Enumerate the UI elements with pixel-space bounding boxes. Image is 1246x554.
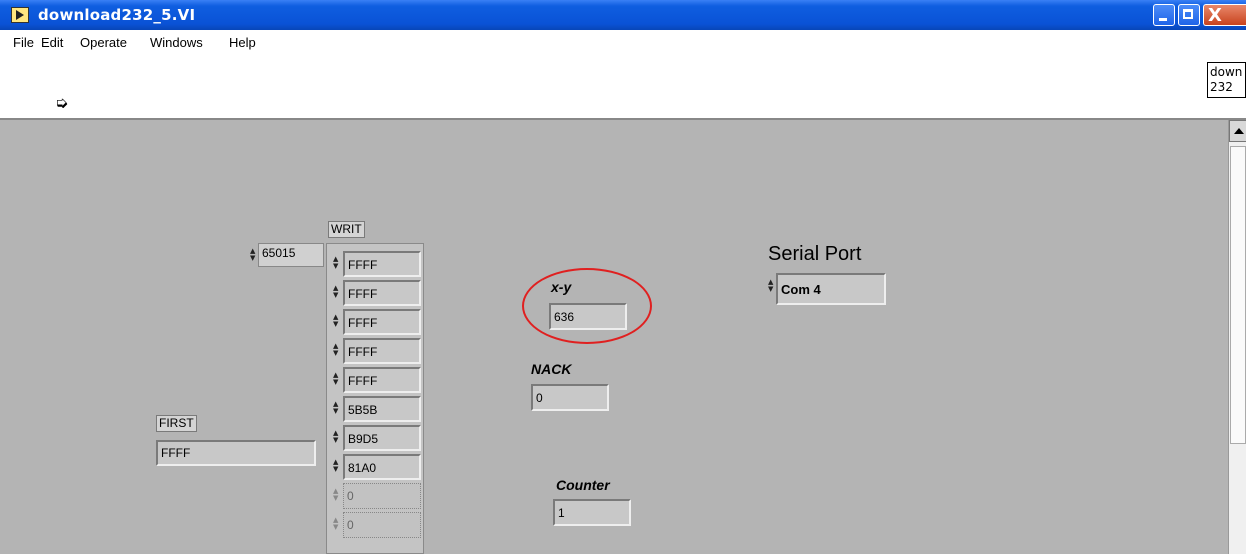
xy-indicator: 636 [549, 303, 627, 330]
menu-operate[interactable]: Operate [80, 35, 127, 50]
vi-icon[interactable]: down 232 [1207, 62, 1246, 98]
stepper-icon[interactable]: ▲ ▼ [333, 430, 341, 444]
array-element: ▲ ▼ 81A0 [333, 454, 421, 480]
writ-label: WRIT [328, 221, 365, 238]
counter-indicator: 1 [553, 499, 631, 526]
labview-app-icon[interactable] [11, 7, 29, 23]
window-title: download232_5.VI [38, 6, 196, 24]
array-element: ▲ ▼ B9D5 [333, 425, 421, 451]
array-element: ▲ ▼ FFFF [333, 367, 421, 393]
vi-icon-line1: down [1210, 65, 1243, 79]
start-addr-control[interactable]: 65015 [258, 243, 324, 267]
toolbar: ➭ [0, 58, 1246, 118]
vertical-scrollbar[interactable] [1228, 120, 1246, 554]
minimize-button[interactable] [1153, 4, 1175, 26]
array-element-empty: ▲ ▼ 0 [333, 512, 421, 538]
menu-file[interactable]: File [13, 35, 34, 50]
array-element-empty: ▲ ▼ 0 [333, 483, 421, 509]
array-value[interactable]: FFFF [343, 280, 421, 306]
stepper-icon[interactable]: ▲ ▼ [333, 314, 341, 328]
nack-indicator: 0 [531, 384, 609, 411]
serial-port-select[interactable]: Com 4 [776, 273, 886, 305]
stepper-icon[interactable]: ▲ ▼ [333, 372, 341, 386]
array-value[interactable]: 0 [343, 483, 421, 509]
array-value[interactable]: FFFF [343, 251, 421, 277]
stepper-icon[interactable]: ▲ ▼ [333, 488, 341, 502]
array-element: ▲ ▼ 5B5B [333, 396, 421, 422]
array-value[interactable]: FFFF [343, 367, 421, 393]
array-element: ▲ ▼ FFFF [333, 280, 421, 306]
scroll-thumb[interactable] [1230, 146, 1246, 444]
array-value[interactable]: 0 [343, 512, 421, 538]
array-value[interactable]: FFFF [343, 338, 421, 364]
stepper-icon[interactable]: ▲ ▼ [333, 285, 341, 299]
vi-icon-line2: 232 [1210, 80, 1233, 94]
menu-windows[interactable]: Windows [150, 35, 203, 50]
array-element: ▲ ▼ FFFF [333, 309, 421, 335]
title-bar: download232_5.VI X [0, 0, 1246, 30]
stepper-icon[interactable]: ▲ ▼ [333, 517, 341, 531]
array-value[interactable]: 5B5B [343, 396, 421, 422]
menu-bar: File Edit Operate Windows Help [0, 30, 1246, 58]
menu-help[interactable]: Help [229, 35, 256, 50]
stepper-icon[interactable]: ▲ ▼ [333, 459, 341, 473]
run-arrow-icon[interactable]: ➭ [55, 93, 68, 112]
stepper-icon[interactable]: ▲ ▼ [333, 256, 341, 270]
writ-array: ▲ ▼ FFFF ▲ ▼ FFFF ▲ ▼ FFFF ▲ ▼ FFFF ▲ ▼ FFFF ▲ ▼ 5B5… [326, 243, 424, 554]
scroll-up-icon[interactable] [1229, 120, 1246, 142]
array-value[interactable]: B9D5 [343, 425, 421, 451]
stepper-icon[interactable]: ▲ ▼ [333, 343, 341, 357]
array-value[interactable]: FFFF [343, 309, 421, 335]
array-value[interactable]: 81A0 [343, 454, 421, 480]
close-button[interactable]: X [1203, 4, 1246, 26]
first-indicator: FFFF [156, 440, 316, 466]
maximize-button[interactable] [1178, 4, 1200, 26]
array-element: ▲ ▼ FFFF [333, 251, 421, 277]
counter-label: Counter [556, 477, 610, 493]
menu-edit[interactable]: Edit [41, 35, 63, 50]
array-element: ▲ ▼ FFFF [333, 338, 421, 364]
xy-label: x-y [551, 279, 572, 295]
close-icon: X [1208, 5, 1222, 26]
start-addr-stepper-icon[interactable]: ▲ ▼ [250, 248, 258, 262]
stepper-icon[interactable]: ▲ ▼ [333, 401, 341, 415]
nack-label: NACK [531, 361, 572, 377]
serial-port-stepper-icon[interactable]: ▲ ▼ [768, 279, 776, 293]
serial-port-label: Serial Port [768, 243, 862, 265]
first-label: FIRST [156, 415, 197, 432]
